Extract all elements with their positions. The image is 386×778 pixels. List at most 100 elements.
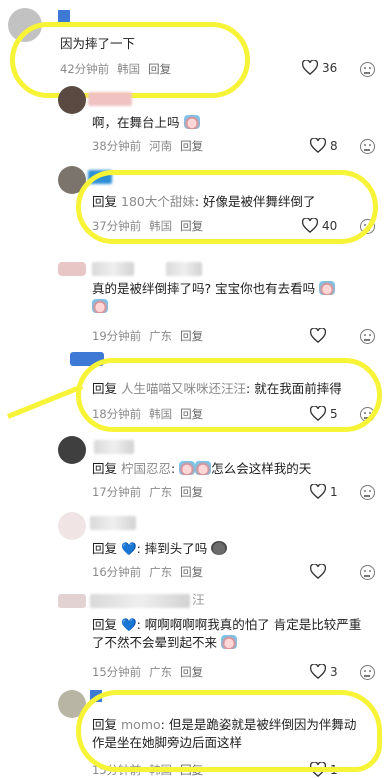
like-button[interactable] [310,328,326,343]
face-icon[interactable] [360,407,375,422]
heart-icon [310,564,326,579]
comment-meta: 16分钟前 广东 回复 [92,564,211,580]
comment-location: 广东 [149,565,173,579]
heart-icon [310,762,326,777]
comment-text: 真的是被绊倒摔了吗? 宝宝你也有去看吗 [92,280,372,316]
heart-icon [310,328,326,343]
avatar[interactable] [58,594,86,608]
username-blurred [94,440,134,454]
like-count: 36 [322,60,338,75]
reply-button[interactable]: 回复 [180,329,203,343]
reply-button[interactable]: 回复 [180,485,203,499]
reply-button[interactable]: 回复 [180,565,203,579]
comment-location: 韩国 [149,219,173,233]
comment-time: 17分钟前 [92,485,142,499]
badge-decoration [90,690,102,702]
like-button[interactable]: 5 [310,406,338,421]
face-icon[interactable] [360,485,375,500]
emoji-icon [195,461,212,475]
avatar[interactable] [58,166,86,194]
quoted-username[interactable]: momo [121,717,161,732]
username-fragment: 汪 [192,592,205,607]
comment-time: 15分钟前 [92,665,142,679]
face-icon[interactable] [360,665,375,680]
face-icon[interactable] [360,565,375,580]
face-icon[interactable] [360,139,375,154]
emoji-icon [179,461,196,475]
like-count: 40 [322,218,338,233]
like-button[interactable]: 1 [310,484,338,499]
comment-location: 广东 [149,329,173,343]
like-button[interactable]: 36 [302,60,337,75]
emoji-icon [319,281,336,295]
heart-icon [310,484,326,499]
heart-icon [310,406,326,421]
username-blurred [90,516,136,530]
comment-text: 回复 momo: 但是是跪姿就是被绊倒因为伴舞动作是坐在她脚旁边后面这样 [92,717,357,750]
avatar[interactable] [58,262,86,276]
comment-text: 回复 人生喵喵又咪咪还汪汪: 就在我面前摔得 [92,381,342,396]
avatar[interactable] [58,436,86,464]
comment-meta: 19分钟前 广东 回复 [92,328,211,344]
comment-meta: 18分钟前 韩国 回复 [92,406,211,422]
username-blurred [90,594,190,608]
highlight-stroke [7,384,84,419]
comment-text: 因为摔了一下 [60,36,136,51]
username-blurred [88,170,112,184]
quoted-username[interactable]: 人生喵喵又咪咪还汪汪 [121,381,246,396]
comment-text: 回复 180大个甜妹: 好像是被伴舞绊倒了 [92,194,316,209]
comment-text: 啊，在舞台上吗 [92,114,200,132]
avatar[interactable] [58,86,86,114]
highlight-marker [10,22,250,98]
comment-text: 回复 💙: 啊啊啊啊啊我真的怕了 肯定是比较严重了不然不会晕到起不来 [92,617,362,650]
comment-time: 16分钟前 [92,565,142,579]
comment-location: 韩国 [117,62,141,76]
comment-text: 回复 💙: 摔到头了吗 [92,540,228,558]
reply-button[interactable]: 回复 [180,407,203,421]
comment-time: 19分钟前 [92,329,142,343]
quoted-username[interactable]: 柠国忍忍 [121,461,171,476]
like-button[interactable]: 8 [310,138,338,153]
comment-meta: 42分钟前 韩国 回复 [60,61,179,77]
comment-meta: 15分钟前 韩国 回复 [92,762,211,778]
avatar[interactable] [8,8,42,42]
emoji-icon [92,299,108,313]
emoji-icon [183,115,200,129]
comment-time: 18分钟前 [92,407,142,421]
comment-location: 广东 [149,665,173,679]
badge-decoration [58,10,70,22]
reply-button[interactable]: 回复 [180,763,203,777]
heart-icon [302,218,318,233]
heart-icon [310,138,326,153]
like-button[interactable]: 40 [302,218,337,233]
like-count: 5 [330,406,338,421]
reply-button[interactable]: 回复 [148,62,171,76]
like-button[interactable]: 1 [310,762,338,777]
like-count: 1 [330,762,338,777]
reply-button[interactable]: 回复 [180,139,203,153]
comment-location: 韩国 [149,407,173,421]
comment-time: 37分钟前 [92,219,142,233]
avatar[interactable] [58,690,86,718]
comment-location: 韩国 [149,763,173,777]
heart-icon [310,664,326,679]
username-blurred [92,262,134,276]
face-icon[interactable] [360,329,375,344]
username-blurred [166,262,202,276]
reply-button[interactable]: 回复 [180,665,203,679]
face-icon[interactable] [360,62,375,77]
comment-meta: 38分钟前 河南 回复 [92,138,211,154]
comment-meta: 15分钟前 广东 回复 [92,664,211,680]
comment-time: 38分钟前 [92,139,142,153]
username-blurred [88,92,132,106]
emoji-icon [211,541,228,555]
like-count: 3 [330,664,338,679]
like-button[interactable]: 3 [310,664,338,679]
reply-button[interactable]: 回复 [180,219,203,233]
comment-location: 河南 [149,139,173,153]
avatar[interactable] [58,512,86,540]
face-icon[interactable] [360,219,375,234]
quoted-username[interactable]: 180大个甜妹 [121,194,195,209]
like-button[interactable] [310,564,326,579]
comment-text: 回复 柠国忍忍: 怎么会这样我的天 [92,461,312,476]
